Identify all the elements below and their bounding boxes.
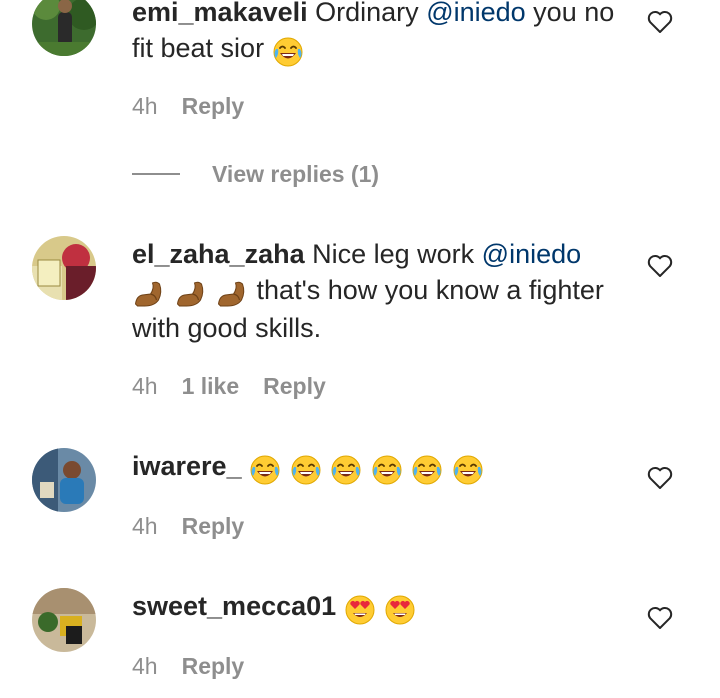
comment-username[interactable]: iwarere_ (132, 451, 242, 481)
comment-meta: 4h Reply (132, 93, 244, 120)
face-with-tears-of-joy-icon (371, 454, 402, 485)
reply-button[interactable]: Reply (182, 93, 245, 120)
comment-time: 4h (132, 513, 158, 539)
reply-button[interactable]: Reply (182, 513, 245, 540)
comment-username[interactable]: emi_makaveli (132, 0, 308, 27)
face-with-tears-of-joy-icon (452, 454, 483, 485)
view-replies-button[interactable]: View replies (1) (132, 158, 379, 190)
flexed-biceps-icon (217, 281, 245, 307)
comment-text: emi_makaveli Ordinary @iniedo you no fit… (132, 0, 622, 68)
flexed-biceps-icon (176, 281, 203, 307)
heart-outline-icon[interactable] (647, 254, 673, 278)
comment-body: Nice leg work (304, 239, 482, 269)
face-with-tears-of-joy-icon (272, 36, 303, 67)
avatar[interactable] (32, 0, 96, 56)
heart-outline-icon[interactable] (647, 466, 673, 490)
emoji-group (132, 274, 249, 310)
emoji-group (249, 450, 485, 486)
avatar[interactable] (32, 588, 96, 652)
comment-time: 4h (132, 373, 158, 399)
emoji-group (344, 590, 418, 626)
mention-link[interactable]: @iniedo (482, 239, 581, 269)
comment-text: sweet_mecca01 (132, 588, 622, 626)
comment-time: 4h (132, 93, 158, 119)
comment-meta: 4h Reply (132, 653, 244, 680)
face-with-tears-of-joy-icon (290, 454, 321, 485)
likes-count[interactable]: 1 like (182, 373, 240, 400)
comment-time: 4h (132, 653, 158, 679)
heart-outline-icon[interactable] (647, 606, 673, 630)
reply-button[interactable]: Reply (263, 373, 326, 400)
mention-link[interactable]: @iniedo (426, 0, 525, 27)
comment-username[interactable]: sweet_mecca01 (132, 591, 336, 621)
smiling-face-with-heart-eyes-icon (385, 595, 415, 625)
divider (132, 173, 180, 175)
face-with-tears-of-joy-icon (250, 454, 281, 485)
face-with-tears-of-joy-icon (412, 454, 443, 485)
comment-username[interactable]: el_zaha_zaha (132, 239, 305, 269)
comment-meta: 4h Reply (132, 513, 244, 540)
reply-button[interactable]: Reply (182, 653, 245, 680)
comment-text: iwarere_ (132, 448, 622, 486)
heart-outline-icon[interactable] (647, 10, 673, 34)
smiling-face-with-heart-eyes-icon (345, 595, 375, 625)
comment-body: Ordinary (307, 0, 427, 27)
comment-text: el_zaha_zaha Nice leg work @iniedo that'… (132, 236, 622, 346)
comment-meta: 4h 1 like Reply (132, 373, 326, 400)
face-with-tears-of-joy-icon (331, 454, 362, 485)
view-replies-label: View replies (1) (212, 160, 380, 187)
emoji-group (272, 32, 305, 68)
flexed-biceps-icon (134, 281, 162, 307)
avatar[interactable] (32, 236, 96, 300)
avatar[interactable] (32, 448, 96, 512)
